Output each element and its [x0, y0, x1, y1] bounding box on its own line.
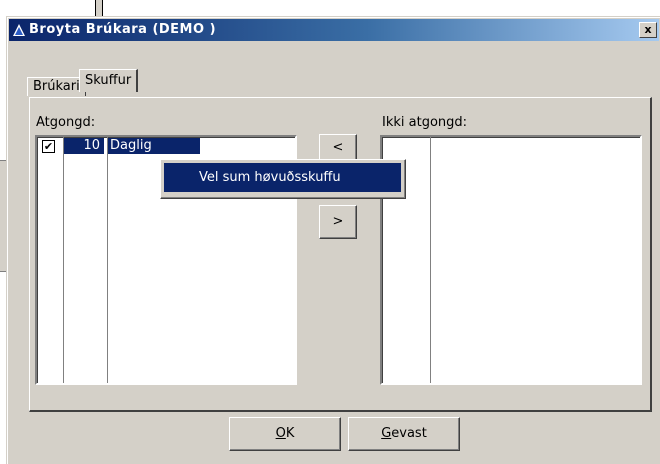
not-granted-label: Ikki atgongd:: [382, 115, 468, 130]
column-divider: [430, 137, 431, 383]
tab-brukari[interactable]: Brúkari: [27, 77, 86, 96]
window-title: Broyta Brúkara (DEMO ): [29, 22, 217, 37]
row-checkbox[interactable]: ✔: [42, 140, 55, 153]
ok-button[interactable]: OK: [229, 417, 341, 451]
close-button[interactable]: x: [639, 22, 657, 38]
cancel-label: evast: [391, 426, 427, 441]
row-number: 10: [64, 138, 104, 154]
cancel-accel: G: [381, 426, 392, 441]
move-left-button[interactable]: <: [319, 134, 357, 162]
row-name: Daglig: [108, 138, 200, 154]
background-window-edge: [95, 0, 103, 16]
not-granted-list[interactable]: [380, 135, 642, 385]
ok-accel: O: [275, 426, 286, 441]
app-icon-inner: [15, 27, 23, 35]
column-divider: [107, 137, 108, 383]
cancel-button[interactable]: Gevast: [348, 417, 460, 451]
granted-label: Atgongd:: [36, 115, 96, 130]
title-bar[interactable]: Broyta Brúkara (DEMO ) x: [9, 19, 659, 41]
tab-skuffur[interactable]: Skuffur: [79, 69, 139, 92]
column-divider: [63, 137, 64, 383]
ok-label: K: [285, 426, 295, 441]
edit-user-dialog: Broyta Brúkara (DEMO ) x Brúkari Skuffur…: [6, 16, 660, 464]
context-menu: Vel sum høvuðsskuffu: [160, 159, 406, 199]
menu-item-set-main-drawer[interactable]: Vel sum høvuðsskuffu: [164, 163, 401, 192]
move-right-button[interactable]: >: [319, 205, 357, 239]
